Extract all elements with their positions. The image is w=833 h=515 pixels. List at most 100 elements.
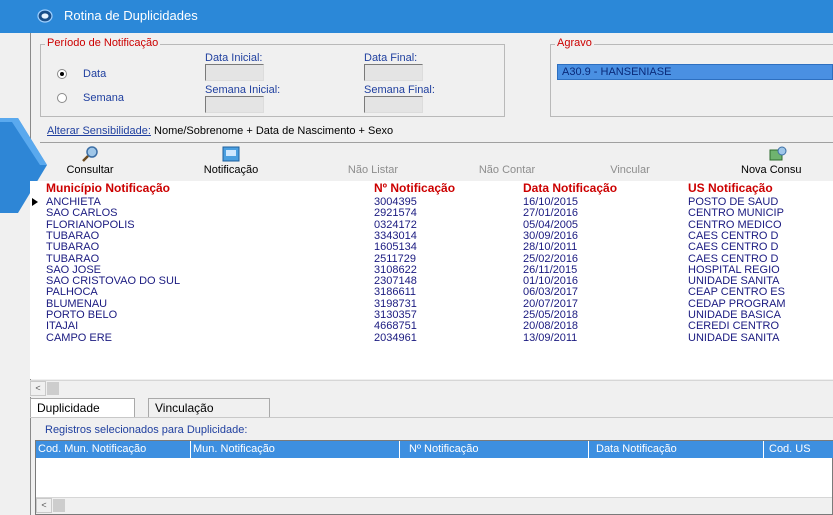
alterar-sensibilidade-link[interactable]: Alterar Sensibilidade:: [47, 125, 151, 137]
table-row[interactable]: SAO JOSE 3108622 26/11/2015 HOSPITAL REGIO: [30, 264, 833, 276]
sub-col-cod-mun[interactable]: Cod. Mun. Notificação: [38, 443, 146, 455]
grid-header: Município Notificação Nº Notificação Dat…: [30, 181, 833, 195]
duplicidade-horizontal-scrollbar[interactable]: <: [36, 497, 832, 514]
table-row[interactable]: SAO CRISTOVAO DO SUL 2307148 01/10/2016 UNI…: [30, 275, 833, 287]
title-bar: Rotina de Duplicidades: [0, 0, 833, 33]
cell-data: 05/04/2005: [523, 218, 579, 231]
col-data-header[interactable]: Data Notificação: [523, 181, 617, 195]
data-final-input[interactable]: [364, 64, 423, 81]
results-grid[interactable]: Município Notificação Nº Notificação Dat…: [30, 181, 833, 379]
cell-municipio: SAO CRISTOVAO DO SUL: [46, 275, 181, 288]
consultar-button[interactable]: Consultar: [64, 146, 116, 176]
new-query-icon: [769, 146, 787, 161]
nao-listar-button[interactable]: Não Listar: [338, 164, 408, 176]
cell-data: 26/11/2015: [523, 263, 578, 276]
table-row[interactable]: CAMPO ERE 2034961 13/09/2011 UNIDADE SANITA: [30, 332, 833, 344]
cell-municipio: SAO JOSE: [46, 263, 102, 276]
cell-municipio: PALHOCA: [46, 286, 98, 299]
vincular-label: Vincular: [610, 164, 650, 176]
data-inicial-input[interactable]: [205, 64, 264, 81]
cell-us: UNIDADE BASICA: [688, 309, 781, 321]
sub-col-mun[interactable]: Mun. Notificação: [193, 443, 275, 455]
table-row[interactable]: TUBARAO 3343014 30/09/2016 CAES CENTRO D: [30, 230, 833, 242]
consultar-label: Consultar: [66, 164, 114, 176]
cell-data: 13/09/2011: [523, 331, 578, 344]
cell-us: UNIDADE SANITA: [688, 331, 780, 344]
nova-consulta-label: Nova Consu: [741, 164, 802, 176]
col-municipio-header[interactable]: Município Notificação: [46, 181, 170, 195]
scroll-thumb[interactable]: [47, 382, 59, 395]
cell-numero: 2921574: [374, 207, 417, 220]
cell-data: 01/10/2016: [523, 275, 579, 288]
duplicidade-caption: Registros selecionados para Duplicidade:: [45, 424, 248, 436]
table-row[interactable]: SAO CARLOS 2921574 27/01/2016 CENTRO MUNICI…: [30, 207, 833, 219]
sub-col-divider: [588, 441, 589, 458]
sensibilidade-value: Nome/Sobrenome + Data de Nascimento + Se…: [154, 125, 394, 137]
radio-semana[interactable]: [57, 93, 67, 103]
cell-data: 28/10/2011: [523, 241, 578, 254]
scroll-left-button[interactable]: <: [30, 381, 46, 396]
cell-numero: 2511729: [374, 252, 417, 265]
sub-col-numero[interactable]: Nº Notificação: [409, 443, 478, 455]
duplicidade-grid[interactable]: Cod. Mun. Notificação Mun. Notificação N…: [35, 440, 833, 515]
table-row[interactable]: ITAJAI 4668751 20/08/2018 CEREDI CENTRO: [30, 320, 833, 332]
cell-us: CEAP CENTRO ES: [688, 286, 785, 299]
cell-us: CEDAP PROGRAM: [688, 297, 786, 310]
cell-us: CAES CENTRO D: [688, 241, 779, 254]
grid-horizontal-scrollbar[interactable]: <: [30, 380, 833, 397]
cell-us: HOSPITAL REGIO: [688, 263, 780, 276]
cell-municipio: FLORIANOPOLIS: [46, 218, 135, 231]
nao-contar-label: Não Contar: [478, 164, 536, 176]
table-row[interactable]: TUBARAO 1605134 28/10/2011 CAES CENTRO D: [30, 241, 833, 253]
cell-us: CENTRO MUNICIP: [688, 207, 784, 220]
cell-numero: 3198731: [374, 297, 417, 310]
table-row[interactable]: PALHOCA 3186611 06/03/2017 CEAP CENTRO ES: [30, 286, 833, 298]
semana-final-label: Semana Final:: [364, 84, 435, 96]
row-pointer-icon: [32, 198, 38, 206]
semana-inicial-input[interactable]: [205, 96, 264, 113]
sub-scroll-thumb[interactable]: [53, 499, 65, 512]
toolbar-top-separator: [40, 142, 833, 143]
nao-contar-button[interactable]: Não Contar: [470, 164, 544, 176]
duplicidade-grid-header: Cod. Mun. Notificação Mun. Notificação N…: [36, 441, 833, 458]
agravo-legend: Agravo: [555, 37, 594, 49]
table-row[interactable]: ANCHIETA 3004395 16/10/2015 POSTO DE SAUD: [30, 196, 833, 208]
sub-col-cod-us[interactable]: Cod. US: [769, 443, 811, 455]
nova-consulta-button[interactable]: Nova Consu: [741, 146, 833, 176]
table-row[interactable]: BLUMENAU 3198731 20/07/2017 CEDAP PROGRAM: [30, 298, 833, 310]
sensibilidade-line: Alterar Sensibilidade: Nome/Sobrenome + …: [47, 125, 393, 137]
cell-data: 30/09/2016: [523, 229, 579, 242]
sub-scroll-left-button[interactable]: <: [36, 498, 52, 513]
radio-data-label[interactable]: Data: [83, 68, 106, 80]
tab-vinculacao[interactable]: Vinculação: [148, 398, 270, 418]
cell-municipio: PORTO BELO: [46, 309, 118, 321]
vincular-button[interactable]: Vincular: [600, 164, 660, 176]
tabs-separator: [30, 417, 833, 418]
cell-data: 16/10/2015: [523, 196, 579, 208]
cell-municipio: ITAJAI: [46, 320, 79, 333]
col-numero-header[interactable]: Nº Notificação: [374, 181, 455, 195]
sub-col-data[interactable]: Data Notificação: [596, 443, 677, 455]
cell-data: 20/08/2018: [523, 320, 579, 333]
notification-book-icon: [222, 146, 240, 162]
notificacao-button[interactable]: Notificação: [193, 146, 269, 176]
radio-data[interactable]: [57, 69, 67, 79]
tab-duplicidade[interactable]: Duplicidade: [30, 398, 135, 418]
table-row[interactable]: FLORIANOPOLIS 0324172 05/04/2005 CENTRO MED…: [30, 219, 833, 231]
table-row[interactable]: TUBARAO 2511729 25/02/2016 CAES CENTRO D: [30, 253, 833, 265]
cell-data: 20/07/2017: [523, 297, 579, 310]
periodo-group: [40, 44, 505, 117]
col-us-header[interactable]: US Notificação: [688, 181, 833, 195]
cell-data: 25/02/2016: [523, 252, 579, 265]
radio-semana-label[interactable]: Semana: [83, 92, 124, 104]
nao-listar-label: Não Listar: [347, 164, 399, 176]
data-inicial-label: Data Inicial:: [205, 52, 263, 64]
semana-final-input[interactable]: [364, 96, 423, 113]
cell-numero: 3130357: [374, 309, 417, 321]
cell-numero: 4668751: [374, 320, 417, 333]
cell-us: UNIDADE SANITA: [688, 275, 780, 288]
cell-us: CENTRO MEDICO: [688, 218, 782, 231]
agravo-select[interactable]: A30.9 - HANSENIASE: [557, 64, 833, 80]
notificacao-label: Notificação: [203, 164, 259, 176]
table-row[interactable]: PORTO BELO 3130357 25/05/2018 UNIDADE BASIC…: [30, 309, 833, 321]
